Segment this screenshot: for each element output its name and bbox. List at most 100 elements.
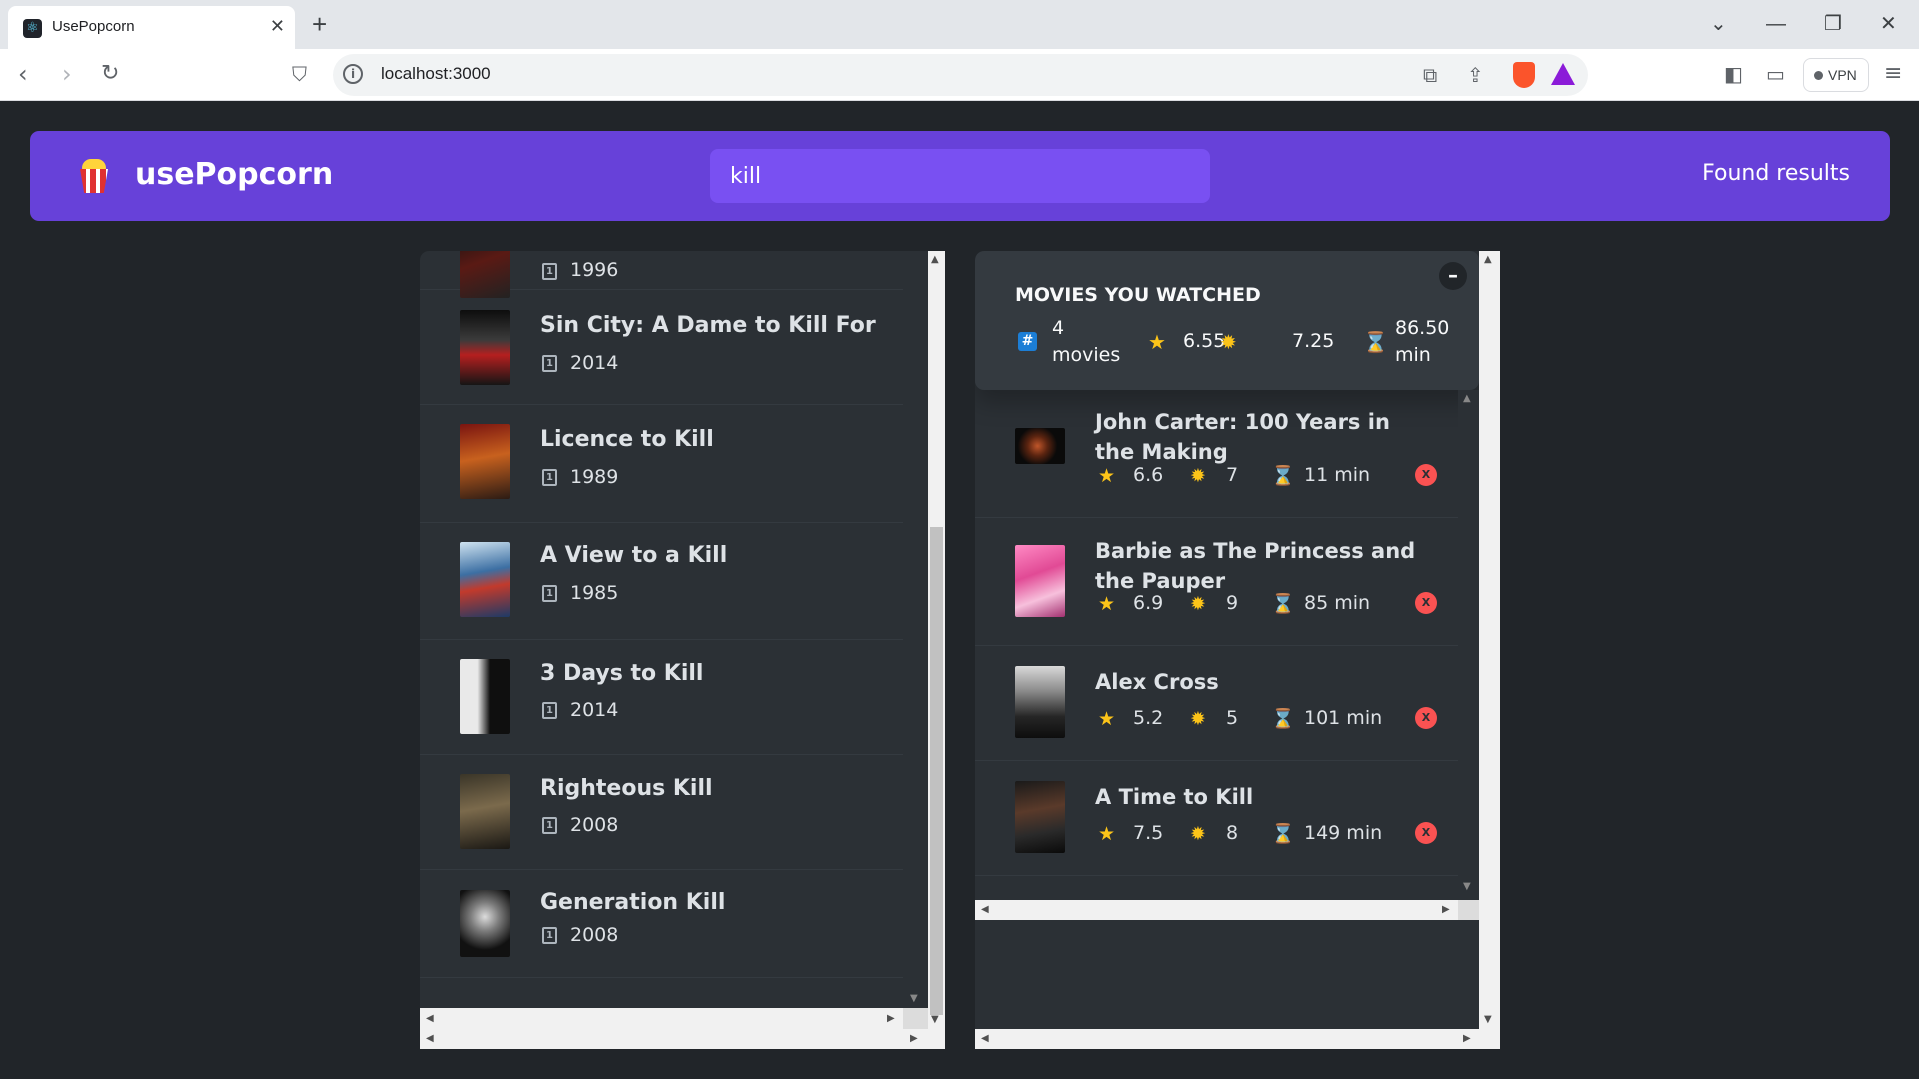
bookmark-icon[interactable]: ⛉ <box>292 61 307 87</box>
sun-icon: ✹ <box>1220 330 1237 354</box>
popcorn-icon <box>80 159 108 193</box>
scroll-down-arrow-icon[interactable]: ▼ <box>1484 1015 1492 1025</box>
hourglass-icon: ⌛ <box>1271 823 1295 845</box>
brave-shields-icon[interactable] <box>1513 62 1535 88</box>
vpn-button[interactable]: VPN <box>1803 58 1869 92</box>
hourglass-icon: ⌛ <box>1271 465 1295 487</box>
movie-list: 1 1996 Sin City: A Dame to Kill For 1 20… <box>420 251 903 1008</box>
minimize-icon[interactable]: — <box>1766 10 1786 38</box>
watched-title: John Carter: 100 Years in the Making <box>1095 410 1390 464</box>
calendar-icon: 1 <box>542 263 557 280</box>
delete-button[interactable]: X <box>1415 707 1437 729</box>
cast-icon[interactable]: ⧉ <box>1423 63 1437 87</box>
movie-list-item[interactable]: 3 Days to Kill 1 2014 <box>420 640 903 755</box>
menu-icon[interactable]: ≡ <box>1884 61 1902 87</box>
scroll-up-arrow-icon[interactable]: ▲ <box>931 255 939 265</box>
imdb-rating: 7.5 <box>1133 822 1164 844</box>
tab-search-chevron-icon[interactable]: ⌄ <box>1710 10 1727 38</box>
browser-tabstrip: ⚛ UsePopcorn ✕ + ⌄ — ❐ ✕ <box>0 0 1919 49</box>
movie-year: 2008 <box>570 924 619 946</box>
hash-icon: # <box>1018 332 1037 351</box>
toggle-box-button[interactable]: – <box>1439 262 1467 290</box>
scroll-down-arrow-icon[interactable]: ▼ <box>910 994 918 1004</box>
avg-runtime-unit: min <box>1395 344 1431 366</box>
movie-list-item[interactable]: Licence to Kill 1 1989 <box>420 405 903 523</box>
box-vertical-scrollbar[interactable]: ▲ ▼ <box>1479 251 1500 1049</box>
app-navbar: usePopcorn Found results <box>30 131 1890 221</box>
movie-poster <box>1015 781 1065 853</box>
movie-list-item[interactable]: 1 1996 <box>420 251 903 298</box>
box-horizontal-scrollbar[interactable]: ◀ ▶ <box>975 1029 1479 1049</box>
scroll-left-arrow-icon[interactable]: ◀ <box>981 1034 989 1044</box>
scroll-down-arrow-icon[interactable]: ▼ <box>931 1015 939 1025</box>
scroll-right-arrow-icon[interactable]: ▶ <box>887 1014 895 1024</box>
watched-count: 4 <box>1052 317 1065 339</box>
restore-icon[interactable]: ❐ <box>1824 10 1842 38</box>
scroll-up-arrow-icon[interactable]: ▲ <box>1484 255 1492 265</box>
back-icon[interactable]: ‹ <box>18 61 28 87</box>
address-bar[interactable]: i localhost:3000 ⧉ ⇪ <box>333 54 1588 96</box>
reload-icon[interactable]: ↻ <box>101 61 119 87</box>
star-icon: ★ <box>1098 593 1116 615</box>
watched-horizontal-scrollbar[interactable]: ◀ ▶ <box>975 900 1458 920</box>
forward-icon[interactable]: › <box>62 61 72 87</box>
list-vertical-scrollbar[interactable]: ▼ <box>903 251 928 1008</box>
box-vertical-scrollbar[interactable]: ▲ ▼ <box>928 251 945 1049</box>
scroll-left-arrow-icon[interactable]: ◀ <box>981 905 989 915</box>
close-window-icon[interactable]: ✕ <box>1880 10 1897 38</box>
new-tab-icon[interactable]: + <box>312 11 327 37</box>
calendar-icon: 1 <box>542 817 557 834</box>
runtime: 11 min <box>1304 464 1371 486</box>
movie-year: 1985 <box>570 582 619 604</box>
watched-vertical-scrollbar[interactable]: ▲ ▼ <box>1458 390 1479 900</box>
scroll-right-arrow-icon[interactable]: ▶ <box>1442 905 1450 915</box>
movie-year: 1996 <box>570 259 619 281</box>
close-tab-icon[interactable]: ✕ <box>270 16 285 38</box>
movie-list-item[interactable]: Generation Kill 1 2008 <box>420 870 903 978</box>
scroll-right-arrow-icon[interactable]: ▶ <box>1463 1034 1471 1044</box>
movie-year: 2014 <box>570 699 619 721</box>
sun-icon: ✹ <box>1190 823 1206 845</box>
scroll-up-arrow-icon[interactable]: ▲ <box>1463 394 1471 404</box>
scrollbar-corner <box>903 1008 928 1029</box>
movie-title: Licence to Kill <box>540 427 714 452</box>
imdb-rating: 5.2 <box>1133 707 1164 729</box>
movie-poster <box>460 424 510 499</box>
brave-rewards-icon[interactable] <box>1551 63 1575 85</box>
list-horizontal-scrollbar[interactable]: ◀ ▶ <box>420 1008 903 1029</box>
movie-list-item[interactable]: Sin City: A Dame to Kill For 1 2014 <box>420 290 903 405</box>
share-icon[interactable]: ⇪ <box>1467 63 1484 87</box>
watched-summary: – MOVIES YOU WATCHED # 4 movies ★ 6.55 ✹… <box>975 251 1479 390</box>
search-input[interactable] <box>710 149 1210 203</box>
imdb-rating: 6.9 <box>1133 592 1164 614</box>
movie-list-item[interactable]: A View to a Kill 1 1985 <box>420 523 903 640</box>
summary-title: MOVIES YOU WATCHED <box>1015 284 1261 306</box>
watched-list-item: Alex Cross ★ 5.2 ✹ 5 ⌛ 101 min X <box>975 646 1458 761</box>
movie-title: Righteous Kill <box>540 776 713 801</box>
site-info-icon[interactable]: i <box>343 64 363 84</box>
wallet-icon[interactable]: ▭ <box>1766 61 1785 87</box>
watched-box: – MOVIES YOU WATCHED # 4 movies ★ 6.55 ✹… <box>975 251 1500 1049</box>
scroll-down-arrow-icon[interactable]: ▼ <box>1463 882 1471 892</box>
watched-list-item: John Carter: 100 Years in the Making ★ 6… <box>975 390 1458 518</box>
delete-button[interactable]: X <box>1415 464 1437 486</box>
delete-button[interactable]: X <box>1415 822 1437 844</box>
tab-title: UsePopcorn <box>52 18 135 35</box>
scroll-left-arrow-icon[interactable]: ◀ <box>426 1014 434 1024</box>
scroll-left-arrow-icon[interactable]: ◀ <box>426 1034 434 1044</box>
browser-tab[interactable]: ⚛ UsePopcorn ✕ <box>8 6 295 49</box>
scroll-right-arrow-icon[interactable]: ▶ <box>910 1034 918 1044</box>
delete-button[interactable]: X <box>1415 592 1437 614</box>
sidebar-icon[interactable]: ◧ <box>1724 61 1743 87</box>
scrollbar-thumb[interactable] <box>930 527 943 1015</box>
movie-poster <box>1015 428 1065 464</box>
react-icon: ⚛ <box>23 19 42 38</box>
sun-icon: ✹ <box>1190 708 1206 730</box>
box-horizontal-scrollbar[interactable]: ◀ ▶ <box>420 1029 928 1049</box>
scrollbar-corner <box>1458 900 1479 920</box>
watched-list-item: A Time to Kill ★ 7.5 ✹ 8 ⌛ 149 min X <box>975 761 1458 876</box>
user-rating: 5 <box>1226 707 1239 729</box>
address-url[interactable]: localhost:3000 <box>381 64 491 84</box>
movie-list-item[interactable]: Righteous Kill 1 2008 <box>420 755 903 870</box>
movie-poster <box>460 659 510 734</box>
